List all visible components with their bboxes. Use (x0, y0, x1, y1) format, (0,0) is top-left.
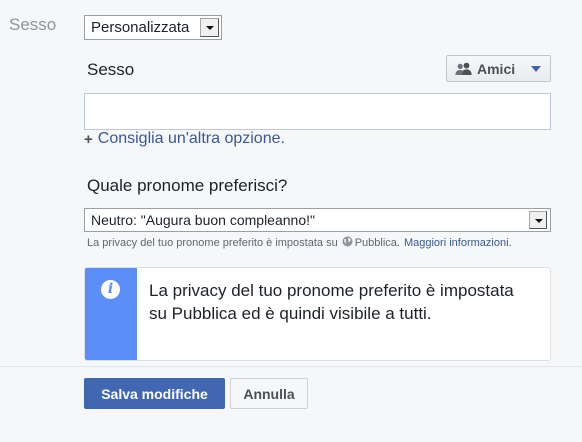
custom-gender-label: Sesso (87, 60, 135, 79)
divider (0, 366, 582, 367)
friends-icon (455, 62, 472, 75)
info-icon: i (101, 280, 120, 299)
privacy-value: Pubblica. (354, 237, 400, 249)
globe-icon (342, 236, 353, 250)
dropdown-arrow-icon[interactable] (200, 18, 219, 37)
privacy-note-text: La privacy del tuo pronome preferito è i… (87, 237, 338, 249)
suggest-option-link[interactable]: + Consiglia un'altra opzione. (84, 130, 285, 148)
save-button[interactable]: Salva modifiche (84, 378, 225, 409)
info-box-text: La privacy del tuo pronome preferito è i… (149, 281, 514, 323)
pronoun-select[interactable]: Neutro: "Augura buon compleanno!" (84, 208, 551, 232)
plus-icon: + (84, 130, 93, 148)
more-info-link[interactable]: Maggiori informazioni. (404, 237, 512, 249)
dropdown-arrow-icon[interactable] (529, 211, 547, 229)
pronoun-select-value: Neutro: "Augura buon compleanno!" (91, 212, 315, 228)
pronoun-privacy-note: La privacy del tuo pronome preferito è i… (87, 236, 512, 250)
caret-down-icon (531, 65, 541, 72)
info-box-accent: i (85, 268, 137, 360)
gender-row-label: Sesso (9, 15, 57, 34)
audience-label: Amici (477, 60, 516, 77)
audience-selector-button[interactable]: Amici (446, 55, 551, 82)
gender-select[interactable]: Personalizzata (84, 15, 222, 40)
gender-select-value: Personalizzata (91, 19, 190, 36)
cancel-button[interactable]: Annulla (230, 378, 308, 409)
suggest-option-label: Consiglia un'altra opzione. (97, 130, 285, 147)
custom-gender-input[interactable] (84, 93, 551, 130)
pronoun-question: Quale pronome preferisci? (87, 176, 288, 195)
privacy-info-box: i La privacy del tuo pronome preferito è… (84, 267, 551, 361)
